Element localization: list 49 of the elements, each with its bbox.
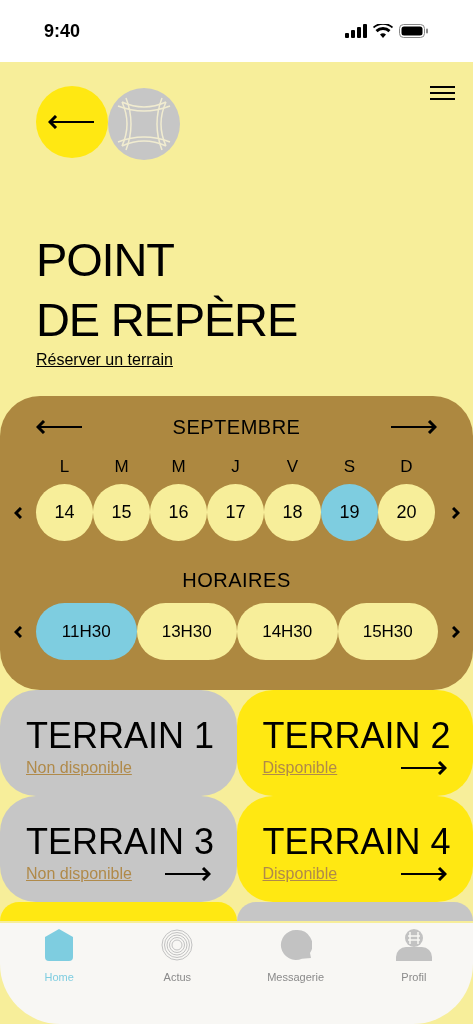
day-button[interactable]: 16 [150,484,207,541]
court-card[interactable]: TERRAIN 1 Non disponible [0,690,237,796]
status-time: 9:40 [44,19,81,43]
battery-icon [399,24,429,38]
weekday-label: M [114,456,129,474]
next-week-icon[interactable] [451,506,460,519]
time-slot-button[interactable]: 15H30 [337,603,438,660]
next-month-arrow-icon[interactable] [389,420,437,434]
court-card[interactable]: TERRAIN 2 Disponible [236,690,473,796]
person-icon [395,929,432,961]
forward-arrow-icon[interactable] [399,761,447,775]
day-button[interactable]: 19 [321,484,378,541]
previous-month-arrow-icon[interactable] [36,420,84,434]
page-title: POINT DE REPÈRE [36,232,298,348]
forward-arrow-icon[interactable] [162,867,211,881]
back-arrow-icon [48,115,96,129]
weekday-label: D [400,456,413,474]
wifi-icon [373,24,393,38]
time-slot-button[interactable]: 14H30 [237,603,338,660]
month-label: SEPTEMBRE [172,415,301,440]
day-button[interactable]: 15 [93,484,150,541]
day-button[interactable]: 20 [378,484,435,541]
forward-arrow-icon[interactable] [399,867,447,881]
weekday-label: M [171,456,186,474]
weekday-label: L [59,456,70,474]
court-name: TERRAIN 1 [26,716,211,756]
target-icon [161,929,194,961]
time-slot-button[interactable]: 11H30 [36,603,137,660]
court-name: TERRAIN 2 [262,716,447,756]
day-button[interactable]: 17 [207,484,264,541]
day-button[interactable]: 18 [264,484,321,541]
ball-logo-icon [108,88,180,160]
weekday-label: V [286,456,299,474]
court-card[interactable]: TERRAIN 4 Disponible [236,796,473,902]
court-name: TERRAIN 3 [26,822,211,862]
time-slot-button[interactable]: 13H30 [136,603,237,660]
home-icon [45,929,74,961]
times-heading: HORAIRES [182,568,291,591]
weekday-label: J [231,456,240,474]
next-times-icon[interactable] [451,625,460,638]
reserve-link[interactable]: Réserver un terrain [36,348,298,372]
court-card[interactable]: TERRAIN 3 Non disponible [0,796,237,902]
weekday-label: S [343,456,356,474]
menu-icon[interactable] [430,86,455,100]
speech-bubble-icon [279,929,312,961]
day-button[interactable]: 14 [36,484,93,541]
previous-week-icon[interactable] [14,506,22,519]
previous-times-icon[interactable] [14,625,22,638]
signal-icon [345,24,367,38]
